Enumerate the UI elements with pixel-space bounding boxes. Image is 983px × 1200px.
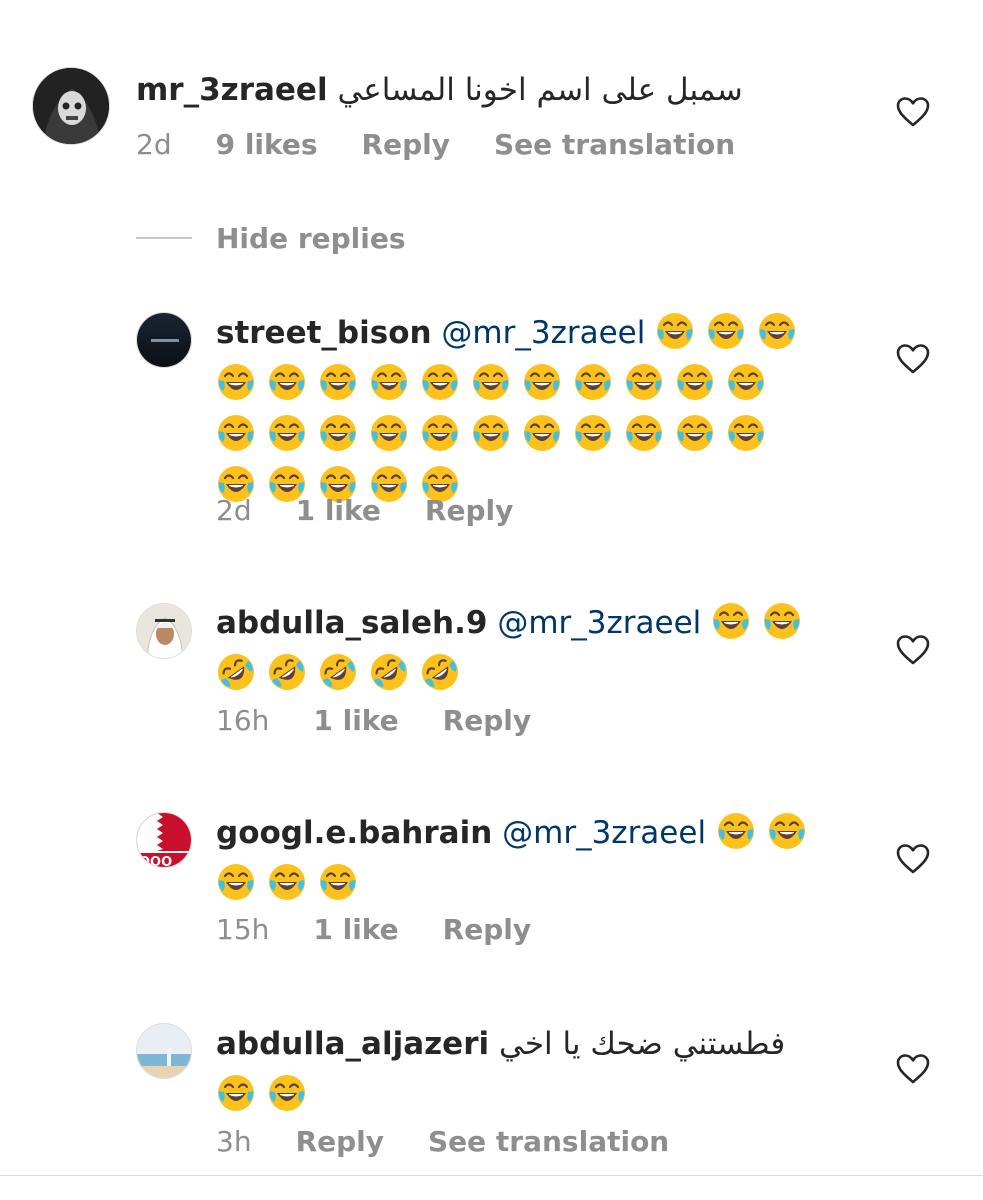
likes-count[interactable]: 9 likes [216, 128, 318, 161]
comment-meta: 2d 1 like Reply [216, 494, 557, 527]
tears-of-joy-emoji [711, 601, 751, 641]
comment-message: سمبل على اسم اخونا المساعي [337, 72, 743, 108]
tears-of-joy-emoji [706, 311, 746, 351]
comment-text: mr_3zraeel سمبل على اسم اخونا المساعي [136, 65, 856, 116]
username[interactable]: mr_3zraeel [136, 72, 328, 108]
tears-of-joy-emoji [216, 862, 256, 902]
tears-of-joy-emoji [573, 362, 613, 402]
tears-of-joy-emoji [522, 362, 562, 402]
likes-count[interactable]: 1 like [313, 704, 398, 737]
rolling-laughing-emoji [420, 652, 460, 692]
tears-of-joy-emoji [318, 413, 358, 453]
tears-of-joy-emoji [369, 413, 409, 453]
avatar-image [137, 1024, 191, 1078]
hide-replies-button[interactable]: Hide replies [136, 220, 406, 256]
comment-meta: 3h Reply See translation [216, 1125, 713, 1158]
tears-of-joy-emoji [471, 413, 511, 453]
tears-of-joy-emoji [726, 413, 766, 453]
comment-text: street_bison @mr_3zraeel [216, 308, 816, 512]
heart-outline-icon[interactable] [896, 343, 930, 375]
tears-of-joy-emoji [624, 413, 664, 453]
timestamp: 15h [216, 913, 270, 946]
reply-button[interactable]: Reply [296, 1125, 384, 1158]
tears-of-joy-emoji [369, 362, 409, 402]
tears-of-joy-emoji [716, 811, 756, 851]
timestamp: 2d [216, 494, 252, 527]
avatar[interactable] [136, 312, 192, 368]
avatar[interactable] [136, 603, 192, 659]
timestamp: 16h [216, 704, 270, 737]
tears-of-joy-emoji [318, 362, 358, 402]
comment-text: googl.e.bahrain @mr_3zraeel [216, 808, 836, 910]
comment-meta: 2d 9 likes Reply See translation [136, 128, 779, 161]
tears-of-joy-emoji [624, 362, 664, 402]
tears-of-joy-emoji [675, 362, 715, 402]
see-translation-button[interactable]: See translation [494, 128, 735, 161]
divider [0, 1175, 983, 1176]
reply-button[interactable]: Reply [362, 128, 450, 161]
rolling-laughing-emoji [267, 652, 307, 692]
tears-of-joy-emoji [420, 362, 460, 402]
rolling-laughing-emoji [318, 652, 358, 692]
mention-link[interactable]: @mr_3zraeel [502, 815, 706, 851]
tears-of-joy-emoji [655, 311, 695, 351]
avatar[interactable] [32, 67, 110, 145]
avatar[interactable] [136, 1023, 192, 1079]
username[interactable]: abdulla_saleh.9 [216, 605, 487, 641]
tears-of-joy-emoji [726, 362, 766, 402]
tears-of-joy-emoji [573, 413, 613, 453]
mention-link[interactable]: @mr_3zraeel [497, 605, 701, 641]
avatar[interactable]: OOO [136, 812, 192, 868]
reply-button[interactable]: Reply [443, 913, 531, 946]
comment-meta: 15h 1 like Reply [216, 913, 575, 946]
hide-replies-line [136, 237, 192, 239]
avatar-image [137, 313, 191, 367]
tears-of-joy-emoji [267, 862, 307, 902]
tears-of-joy-emoji [267, 362, 307, 402]
comment-text: abdulla_aljazeri فطستني ضحك يا اخي [216, 1019, 836, 1121]
see-translation-button[interactable]: See translation [428, 1125, 669, 1158]
timestamp: 3h [216, 1125, 252, 1158]
username[interactable]: street_bison [216, 315, 432, 351]
likes-count[interactable]: 1 like [313, 913, 398, 946]
tears-of-joy-emoji [318, 862, 358, 902]
heart-outline-icon[interactable] [896, 634, 930, 666]
username[interactable]: googl.e.bahrain [216, 815, 492, 851]
rolling-laughing-emoji [216, 652, 256, 692]
rolling-laughing-emoji [369, 652, 409, 692]
likes-count[interactable]: 1 like [296, 494, 381, 527]
heart-outline-icon[interactable] [896, 1053, 930, 1085]
avatar-image [137, 604, 191, 658]
reply-button[interactable]: Reply [443, 704, 531, 737]
mention-link[interactable]: @mr_3zraeel [441, 315, 645, 351]
hide-replies-label: Hide replies [216, 221, 406, 255]
tears-of-joy-emoji [762, 601, 802, 641]
tears-of-joy-emoji [216, 413, 256, 453]
avatar-image [33, 68, 109, 144]
emoji-list [216, 1077, 318, 1113]
heart-outline-icon[interactable] [896, 96, 930, 128]
tears-of-joy-emoji [216, 1073, 256, 1113]
comment-message: فطستني ضحك يا اخي [498, 1026, 786, 1062]
comment-text: abdulla_saleh.9 @mr_3zraeel [216, 598, 836, 700]
timestamp: 2d [136, 128, 172, 161]
avatar-image: OOO [137, 813, 191, 868]
tears-of-joy-emoji [471, 362, 511, 402]
tears-of-joy-emoji [767, 811, 807, 851]
svg-text:OOO: OOO [139, 855, 172, 868]
tears-of-joy-emoji [522, 413, 562, 453]
tears-of-joy-emoji [216, 362, 256, 402]
comment-meta: 16h 1 like Reply [216, 704, 575, 737]
tears-of-joy-emoji [267, 1073, 307, 1113]
reply-button[interactable]: Reply [425, 494, 513, 527]
tears-of-joy-emoji [267, 413, 307, 453]
tears-of-joy-emoji [420, 413, 460, 453]
heart-outline-icon[interactable] [896, 843, 930, 875]
username[interactable]: abdulla_aljazeri [216, 1026, 489, 1062]
tears-of-joy-emoji [757, 311, 797, 351]
tears-of-joy-emoji [675, 413, 715, 453]
